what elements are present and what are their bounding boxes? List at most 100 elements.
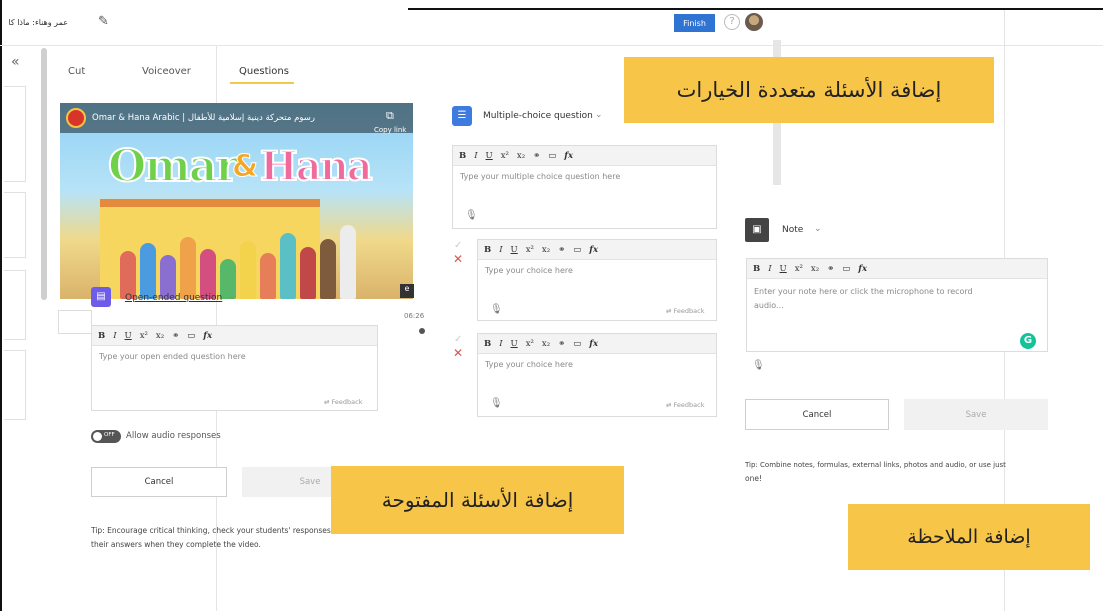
link-icon[interactable]: ⚭: [172, 331, 179, 341]
superscript-icon[interactable]: x²: [526, 339, 534, 349]
cancel-button[interactable]: Cancel: [91, 467, 227, 497]
bold-icon[interactable]: B: [484, 339, 491, 349]
note-editor[interactable]: B I U x² x₂ ⚭ ▭ fx Enter your note here …: [746, 258, 1048, 352]
wrong-mark-icon[interactable]: ✕: [453, 346, 463, 360]
superscript-icon[interactable]: x²: [501, 151, 509, 161]
copy-link-label[interactable]: Copy link: [374, 126, 406, 134]
image-icon[interactable]: ▭: [548, 151, 556, 161]
channel-logo: [66, 108, 86, 128]
image-icon[interactable]: ▭: [573, 245, 581, 255]
timeline-scrubber[interactable]: [419, 328, 425, 334]
feedback-link[interactable]: ⇄ Feedback: [666, 307, 704, 315]
choice-input[interactable]: Type your choice here: [478, 260, 716, 281]
question-circle-icon[interactable]: ?: [724, 14, 740, 30]
italic-icon[interactable]: I: [113, 331, 116, 341]
question-type-selector[interactable]: Multiple-choice question: [483, 111, 593, 121]
formula-icon[interactable]: fx: [589, 245, 598, 255]
chevron-down-icon[interactable]: ⌄: [228, 292, 236, 302]
underline-icon[interactable]: U: [125, 331, 132, 341]
underline-icon[interactable]: U: [511, 339, 518, 349]
microphone-icon[interactable]: 🎙︎: [490, 398, 503, 409]
italic-icon[interactable]: I: [499, 245, 502, 255]
video-player[interactable]: Omar & Hana Omar & Hana Arabic | رسوم مت…: [60, 103, 413, 299]
superscript-icon[interactable]: x²: [795, 264, 803, 274]
subscript-icon[interactable]: x₂: [542, 245, 550, 255]
underline-icon[interactable]: U: [486, 151, 493, 161]
avatar[interactable]: [745, 13, 763, 31]
superscript-icon[interactable]: x²: [526, 245, 534, 255]
frame-top-border: [408, 8, 1103, 10]
correct-mark-icon[interactable]: ✓: [454, 240, 462, 251]
pencil-icon[interactable]: ✎: [98, 14, 109, 29]
finish-button[interactable]: Finish: [674, 14, 715, 32]
feedback-label: Feedback: [673, 307, 705, 315]
bold-icon[interactable]: B: [459, 151, 466, 161]
feedback-link[interactable]: ⇄ Feedback: [666, 401, 704, 409]
formatting-toolbar: B I U x² x₂ ⚭ ▭ fx: [478, 334, 716, 354]
subscript-icon[interactable]: x₂: [156, 331, 164, 341]
bold-icon[interactable]: B: [753, 264, 760, 274]
formula-icon[interactable]: fx: [589, 339, 598, 349]
formula-icon[interactable]: fx: [564, 151, 573, 161]
formula-icon[interactable]: fx: [858, 264, 867, 274]
feedback-link[interactable]: ⇄ Feedback: [324, 398, 362, 406]
choice-input[interactable]: Type your choice here: [478, 354, 716, 375]
chevron-down-icon[interactable]: ⌄: [595, 110, 603, 120]
question-type-selector[interactable]: Open-ended question: [125, 293, 222, 303]
wrong-mark-icon[interactable]: ✕: [453, 252, 463, 266]
sidebar-scrollbar[interactable]: [41, 48, 47, 300]
callout-multiple-choice: إضافة الأسئلة متعددة الخيارات: [624, 57, 994, 123]
bold-icon[interactable]: B: [98, 331, 105, 341]
grammarly-icon[interactable]: G: [1020, 333, 1036, 349]
formula-icon[interactable]: fx: [203, 331, 212, 341]
italic-icon[interactable]: I: [768, 264, 771, 274]
copy-link-icon[interactable]: ⧉: [386, 109, 394, 123]
formatting-toolbar: B I U x² x₂ ⚭ ▭ fx: [453, 146, 716, 166]
link-icon[interactable]: ⚭: [827, 264, 834, 274]
microphone-icon[interactable]: 🎙︎: [465, 210, 478, 221]
chevron-down-icon[interactable]: ⌄: [814, 224, 822, 234]
note-input[interactable]: Enter your note here or click the microp…: [747, 279, 1047, 319]
toggle-knob: [93, 432, 102, 441]
choice-editor[interactable]: B I U x² x₂ ⚭ ▭ fx Type your choice here…: [477, 239, 717, 321]
link-icon[interactable]: ⚭: [558, 245, 565, 255]
underline-icon[interactable]: U: [780, 264, 787, 274]
question-input[interactable]: Type your open ended question here: [92, 346, 377, 367]
collapse-sidebar-icon[interactable]: «: [11, 54, 20, 70]
video-title: Omar & Hana Arabic | رسوم متحركة دينية إ…: [92, 113, 315, 123]
superscript-icon[interactable]: x²: [140, 331, 148, 341]
mc-question-editor[interactable]: B I U x² x₂ ⚭ ▭ fx Type your multiple ch…: [452, 145, 717, 229]
header-divider: [0, 45, 1103, 46]
link-icon[interactable]: ⚭: [558, 339, 565, 349]
image-icon[interactable]: ▭: [187, 331, 195, 341]
microphone-icon[interactable]: 🎙︎: [752, 360, 765, 371]
underline-icon[interactable]: U: [511, 245, 518, 255]
subscript-icon[interactable]: x₂: [517, 151, 525, 161]
subscript-icon[interactable]: x₂: [811, 264, 819, 274]
image-icon[interactable]: ▭: [573, 339, 581, 349]
microphone-icon[interactable]: 🎙︎: [490, 304, 503, 315]
lesson-title[interactable]: عمر وهناء: ماذا كان: [8, 18, 68, 27]
video-duration: 06:26: [404, 312, 425, 320]
subscript-icon[interactable]: x₂: [542, 339, 550, 349]
tab-questions[interactable]: Questions: [239, 66, 289, 77]
correct-mark-icon[interactable]: ✓: [454, 334, 462, 345]
timeline-thumbnail: [58, 310, 92, 334]
image-icon[interactable]: ▭: [842, 264, 850, 274]
bold-icon[interactable]: B: [484, 245, 491, 255]
audio-response-toggle[interactable]: OFF: [91, 430, 121, 443]
link-icon[interactable]: ⚭: [533, 151, 540, 161]
question-input[interactable]: Type your multiple choice question here: [453, 166, 716, 187]
italic-icon[interactable]: I: [499, 339, 502, 349]
italic-icon[interactable]: I: [474, 151, 477, 161]
choice-editor[interactable]: B I U x² x₂ ⚭ ▭ fx Type your choice here…: [477, 333, 717, 417]
note-type-selector[interactable]: Note: [782, 225, 803, 235]
save-button[interactable]: Save: [904, 399, 1048, 430]
video-title-bar: Omar & Hana Arabic | رسوم متحركة دينية إ…: [60, 103, 413, 134]
cancel-button[interactable]: Cancel: [745, 399, 889, 430]
tab-voiceover[interactable]: Voiceover: [142, 66, 191, 77]
open-question-editor[interactable]: B I U x² x₂ ⚭ ▭ fx Type your open ended …: [91, 325, 378, 411]
callout-open-ended: إضافة الأسئلة المفتوحة: [331, 466, 624, 534]
video-characters: [120, 223, 390, 299]
tab-cut[interactable]: Cut: [68, 66, 85, 77]
